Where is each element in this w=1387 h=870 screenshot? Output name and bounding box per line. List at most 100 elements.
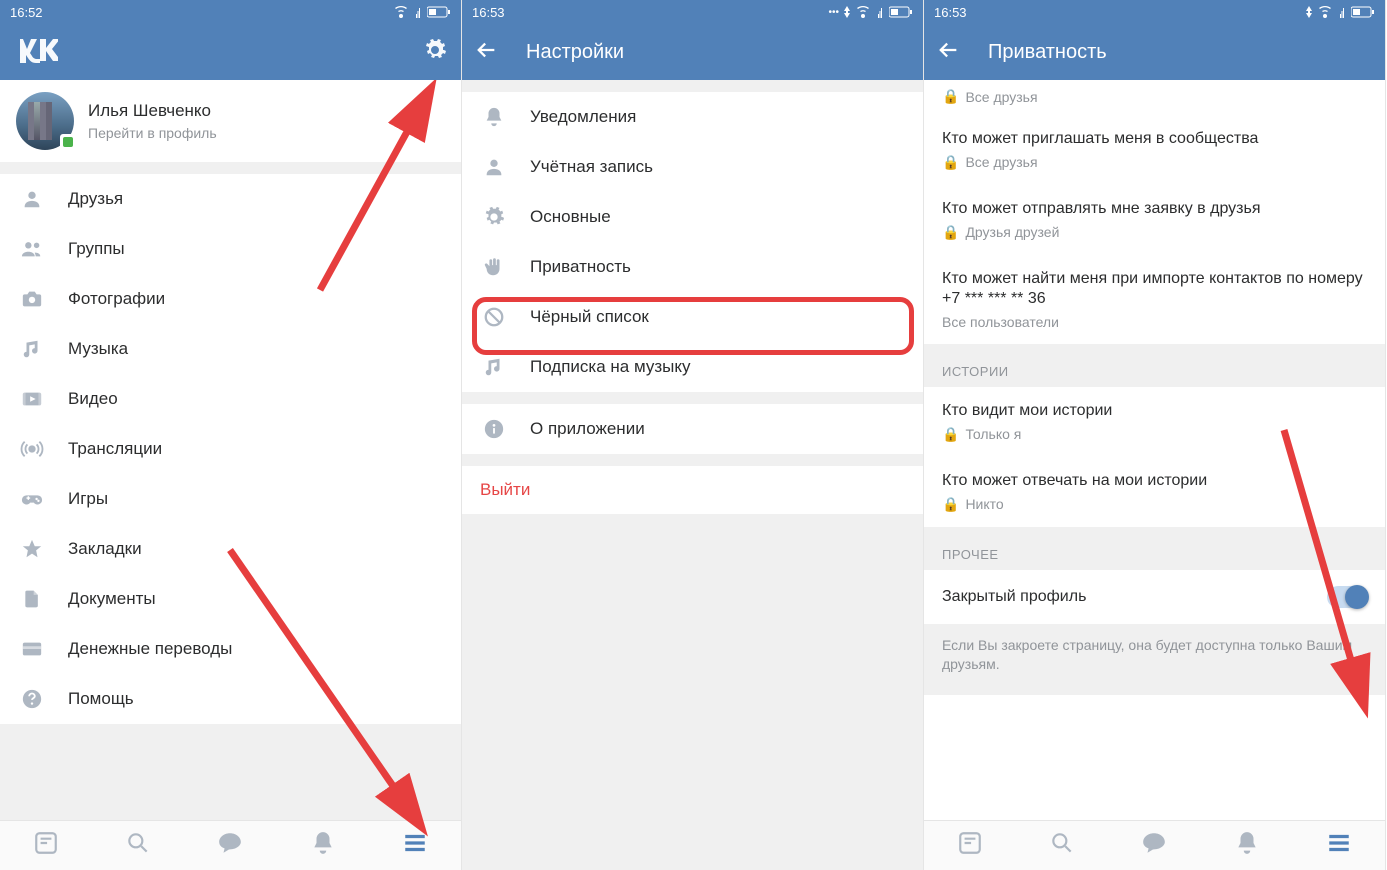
hand-icon bbox=[480, 256, 508, 278]
settings-label: Уведомления bbox=[530, 107, 636, 127]
menu-item[interactable]: Помощь bbox=[0, 674, 461, 724]
screen-privacy: 16:53 Приватность 🔒Все друзья Кто может … bbox=[924, 0, 1386, 870]
menu-item[interactable]: Документы bbox=[0, 574, 461, 624]
page-title: Настройки bbox=[526, 41, 624, 64]
music-icon bbox=[18, 338, 46, 360]
settings-item[interactable]: Основные bbox=[462, 192, 923, 242]
nav-messages-icon[interactable] bbox=[1135, 824, 1173, 867]
status-time: 16:52 bbox=[10, 5, 43, 20]
section-header-other: ПРОЧЕЕ bbox=[924, 527, 1385, 570]
settings-item[interactable]: Учётная запись bbox=[462, 142, 923, 192]
section-header-stories: ИСТОРИИ bbox=[924, 344, 1385, 387]
menu-label: Видео bbox=[68, 389, 118, 409]
gear-icon[interactable] bbox=[423, 38, 447, 67]
privacy-item-title: Кто видит мои истории bbox=[942, 401, 1367, 422]
privacy-item[interactable]: Кто видит мои истории🔒Только я bbox=[924, 387, 1385, 457]
back-icon[interactable] bbox=[938, 39, 960, 66]
online-indicator bbox=[60, 134, 76, 150]
settings-item[interactable]: Подписка на музыку bbox=[462, 342, 923, 392]
settings-label: Приватность bbox=[530, 257, 631, 277]
privacy-item-title: Кто может найти меня при импорте контакт… bbox=[942, 269, 1367, 311]
menu-label: Денежные переводы bbox=[68, 639, 232, 659]
status-icons bbox=[1305, 6, 1375, 18]
settings-label: Подписка на музыку bbox=[530, 357, 691, 377]
privacy-item-sub: Все друзья bbox=[965, 154, 1037, 170]
menu-item[interactable]: Игры bbox=[0, 474, 461, 524]
private-profile-toggle-row[interactable]: Закрытый профиль bbox=[924, 570, 1385, 624]
privacy-description: Если Вы закроете страницу, она будет дос… bbox=[924, 624, 1385, 695]
menu-item[interactable]: Друзья bbox=[0, 174, 461, 224]
menu-label: Музыка bbox=[68, 339, 128, 359]
toggle-switch[interactable] bbox=[1327, 586, 1367, 608]
status-icons: ••• bbox=[828, 6, 913, 18]
lock-icon: 🔒 bbox=[942, 88, 959, 105]
status-bar: 16:53 bbox=[924, 0, 1385, 24]
nav-messages-icon[interactable] bbox=[211, 824, 249, 867]
privacy-item[interactable]: Кто может приглашать меня в сообщества🔒В… bbox=[924, 115, 1385, 185]
nav-menu-icon[interactable] bbox=[396, 824, 434, 867]
menu-item[interactable]: Закладки bbox=[0, 524, 461, 574]
logout-button[interactable]: Выйти bbox=[462, 466, 923, 514]
info-icon bbox=[480, 418, 508, 440]
menu-label: Друзья bbox=[68, 189, 123, 209]
menu-content: Илья Шевченко Перейти в профиль Друзья Гр… bbox=[0, 80, 461, 820]
people-icon bbox=[18, 238, 46, 260]
nav-feed-icon[interactable] bbox=[27, 824, 65, 867]
settings-item[interactable]: Приватность bbox=[462, 242, 923, 292]
music-icon bbox=[480, 356, 508, 378]
video-icon bbox=[18, 388, 46, 410]
settings-item[interactable]: Чёрный список bbox=[462, 292, 923, 342]
live-icon bbox=[18, 438, 46, 460]
status-time: 16:53 bbox=[934, 5, 967, 20]
status-bar: 16:52 bbox=[0, 0, 461, 24]
lock-icon: 🔒 bbox=[942, 496, 959, 513]
app-bar bbox=[0, 24, 461, 80]
help-icon bbox=[18, 688, 46, 710]
privacy-item-sub: Все пользователи bbox=[942, 314, 1059, 330]
toggle-label: Закрытый профиль bbox=[942, 588, 1086, 606]
privacy-item[interactable]: Кто может найти меня при импорте контакт… bbox=[924, 255, 1385, 345]
profile-row[interactable]: Илья Шевченко Перейти в профиль bbox=[0, 80, 461, 162]
status-time: 16:53 bbox=[472, 5, 505, 20]
page-title: Приватность bbox=[988, 41, 1107, 64]
status-bar: 16:53 ••• bbox=[462, 0, 923, 24]
nav-search-icon[interactable] bbox=[1043, 824, 1081, 867]
privacy-item[interactable]: Кто может отправлять мне заявку в друзья… bbox=[924, 185, 1385, 255]
menu-label: Игры bbox=[68, 489, 108, 509]
privacy-item-sub: Друзья друзей bbox=[965, 224, 1059, 240]
menu-label: Группы bbox=[68, 239, 125, 259]
status-icons bbox=[393, 6, 451, 18]
privacy-item[interactable]: Кто может отвечать на мои истории🔒Никто bbox=[924, 457, 1385, 527]
menu-item[interactable]: Видео bbox=[0, 374, 461, 424]
privacy-item-title: Кто может отправлять мне заявку в друзья bbox=[942, 199, 1367, 220]
nav-notifications-icon[interactable] bbox=[1228, 824, 1266, 867]
bell-icon bbox=[480, 106, 508, 128]
screen-settings: 16:53 ••• Настройки Уведомления Учётная з… bbox=[462, 0, 924, 870]
menu-item[interactable]: Фотографии bbox=[0, 274, 461, 324]
settings-label: Основные bbox=[530, 207, 611, 227]
back-icon[interactable] bbox=[476, 39, 498, 66]
menu-label: Документы bbox=[68, 589, 156, 609]
settings-item-about[interactable]: О приложении bbox=[462, 404, 923, 454]
games-icon bbox=[18, 488, 46, 510]
menu-item[interactable]: Трансляции bbox=[0, 424, 461, 474]
privacy-item-title: Кто может отвечать на мои истории bbox=[942, 471, 1367, 492]
nav-notifications-icon[interactable] bbox=[304, 824, 342, 867]
settings-content: Уведомления Учётная запись Основные Приватн… bbox=[462, 80, 923, 870]
nav-feed-icon[interactable] bbox=[951, 824, 989, 867]
menu-label: Трансляции bbox=[68, 439, 162, 459]
nav-search-icon[interactable] bbox=[119, 824, 157, 867]
bottom-nav bbox=[0, 820, 461, 870]
bottom-nav bbox=[924, 820, 1385, 870]
nav-menu-icon[interactable] bbox=[1320, 824, 1358, 867]
menu-item[interactable]: Денежные переводы bbox=[0, 624, 461, 674]
vk-logo-icon bbox=[14, 37, 58, 68]
privacy-item[interactable]: 🔒Все друзья bbox=[924, 80, 1385, 115]
settings-item[interactable]: Уведомления bbox=[462, 92, 923, 142]
menu-item[interactable]: Музыка bbox=[0, 324, 461, 374]
block-icon bbox=[480, 306, 508, 328]
menu-item[interactable]: Группы bbox=[0, 224, 461, 274]
app-bar: Приватность bbox=[924, 24, 1385, 80]
settings-label: Учётная запись bbox=[530, 157, 653, 177]
privacy-content: 🔒Все друзья Кто может приглашать меня в … bbox=[924, 80, 1385, 820]
